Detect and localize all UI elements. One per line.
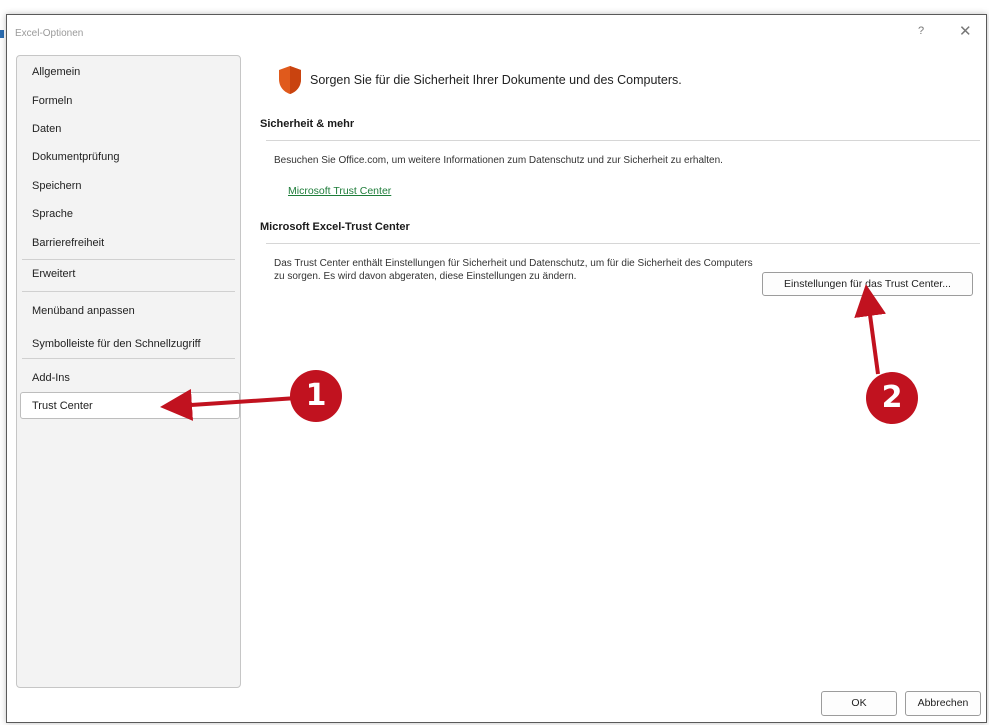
annotation-arrows <box>160 284 886 421</box>
arrow-to-trust-center <box>160 388 298 421</box>
annotation-marker-1: 1 <box>290 370 342 422</box>
annotation-marker-2: 2 <box>866 372 918 424</box>
arrow-to-settings-button <box>854 284 886 375</box>
